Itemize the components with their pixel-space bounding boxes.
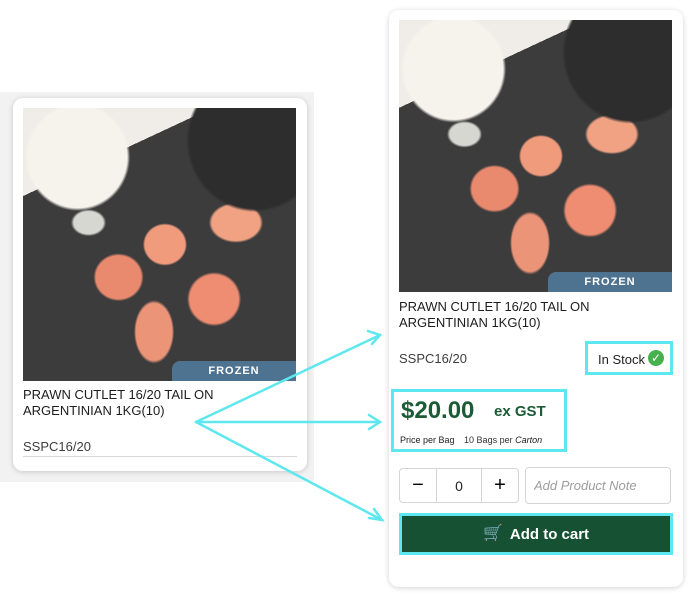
product-sku: SSPC16/20 <box>23 439 91 454</box>
stock-status-label: In Stock <box>598 352 645 367</box>
add-to-cart-label: Add to cart <box>509 525 590 543</box>
product-note-input[interactable] <box>525 467 671 504</box>
stock-status-highlight: In Stock ✓ <box>585 341 673 375</box>
price-unit-label: Price per Bag <box>400 435 455 445</box>
arrowhead-price <box>367 413 383 431</box>
prawn-product-image: FROZEN <box>399 20 672 292</box>
frozen-badge: FROZEN <box>172 361 296 381</box>
add-to-cart-button[interactable]: 🛒 Add to cart <box>399 513 673 555</box>
quantity-value[interactable]: 0 <box>436 469 482 502</box>
shopping-cart-icon: 🛒 <box>482 525 503 542</box>
price-highlight: $20.00 ex GST Price per Bag 10 Bags per … <box>391 389 567 452</box>
bags-per-carton-label: 10 Bags per <box>464 435 513 445</box>
product-price: $20.00 <box>401 397 475 424</box>
arrowhead-cart <box>367 507 385 522</box>
prawn-product-image: FROZEN <box>23 108 296 381</box>
increment-button[interactable]: + <box>482 469 518 502</box>
arrowhead-stock <box>366 329 383 346</box>
check-circle-icon: ✓ <box>648 350 664 366</box>
quantity-stepper[interactable]: − 0 + <box>399 468 519 503</box>
decrement-button[interactable]: − <box>400 469 436 502</box>
tax-label: ex GST <box>494 403 546 420</box>
product-sku: SSPC16/20 <box>399 351 467 366</box>
product-title: PRAWN CUTLET 16/20 TAIL ON ARGENTINIAN 1… <box>399 299 590 330</box>
product-card-after[interactable]: FROZEN PRAWN CUTLET 16/20 TAIL ON ARGENT… <box>389 10 683 587</box>
frozen-badge: FROZEN <box>548 272 672 292</box>
card-divider <box>23 456 297 457</box>
carton-label: Carton <box>515 435 543 445</box>
product-card-before[interactable]: FROZEN PRAWN CUTLET 16/20 TAIL ON ARGENT… <box>13 98 307 471</box>
product-title: PRAWN CUTLET 16/20 TAIL ON ARGENTINIAN 1… <box>23 387 214 418</box>
price-details: Price per Bag 10 Bags per Carton <box>400 435 542 445</box>
